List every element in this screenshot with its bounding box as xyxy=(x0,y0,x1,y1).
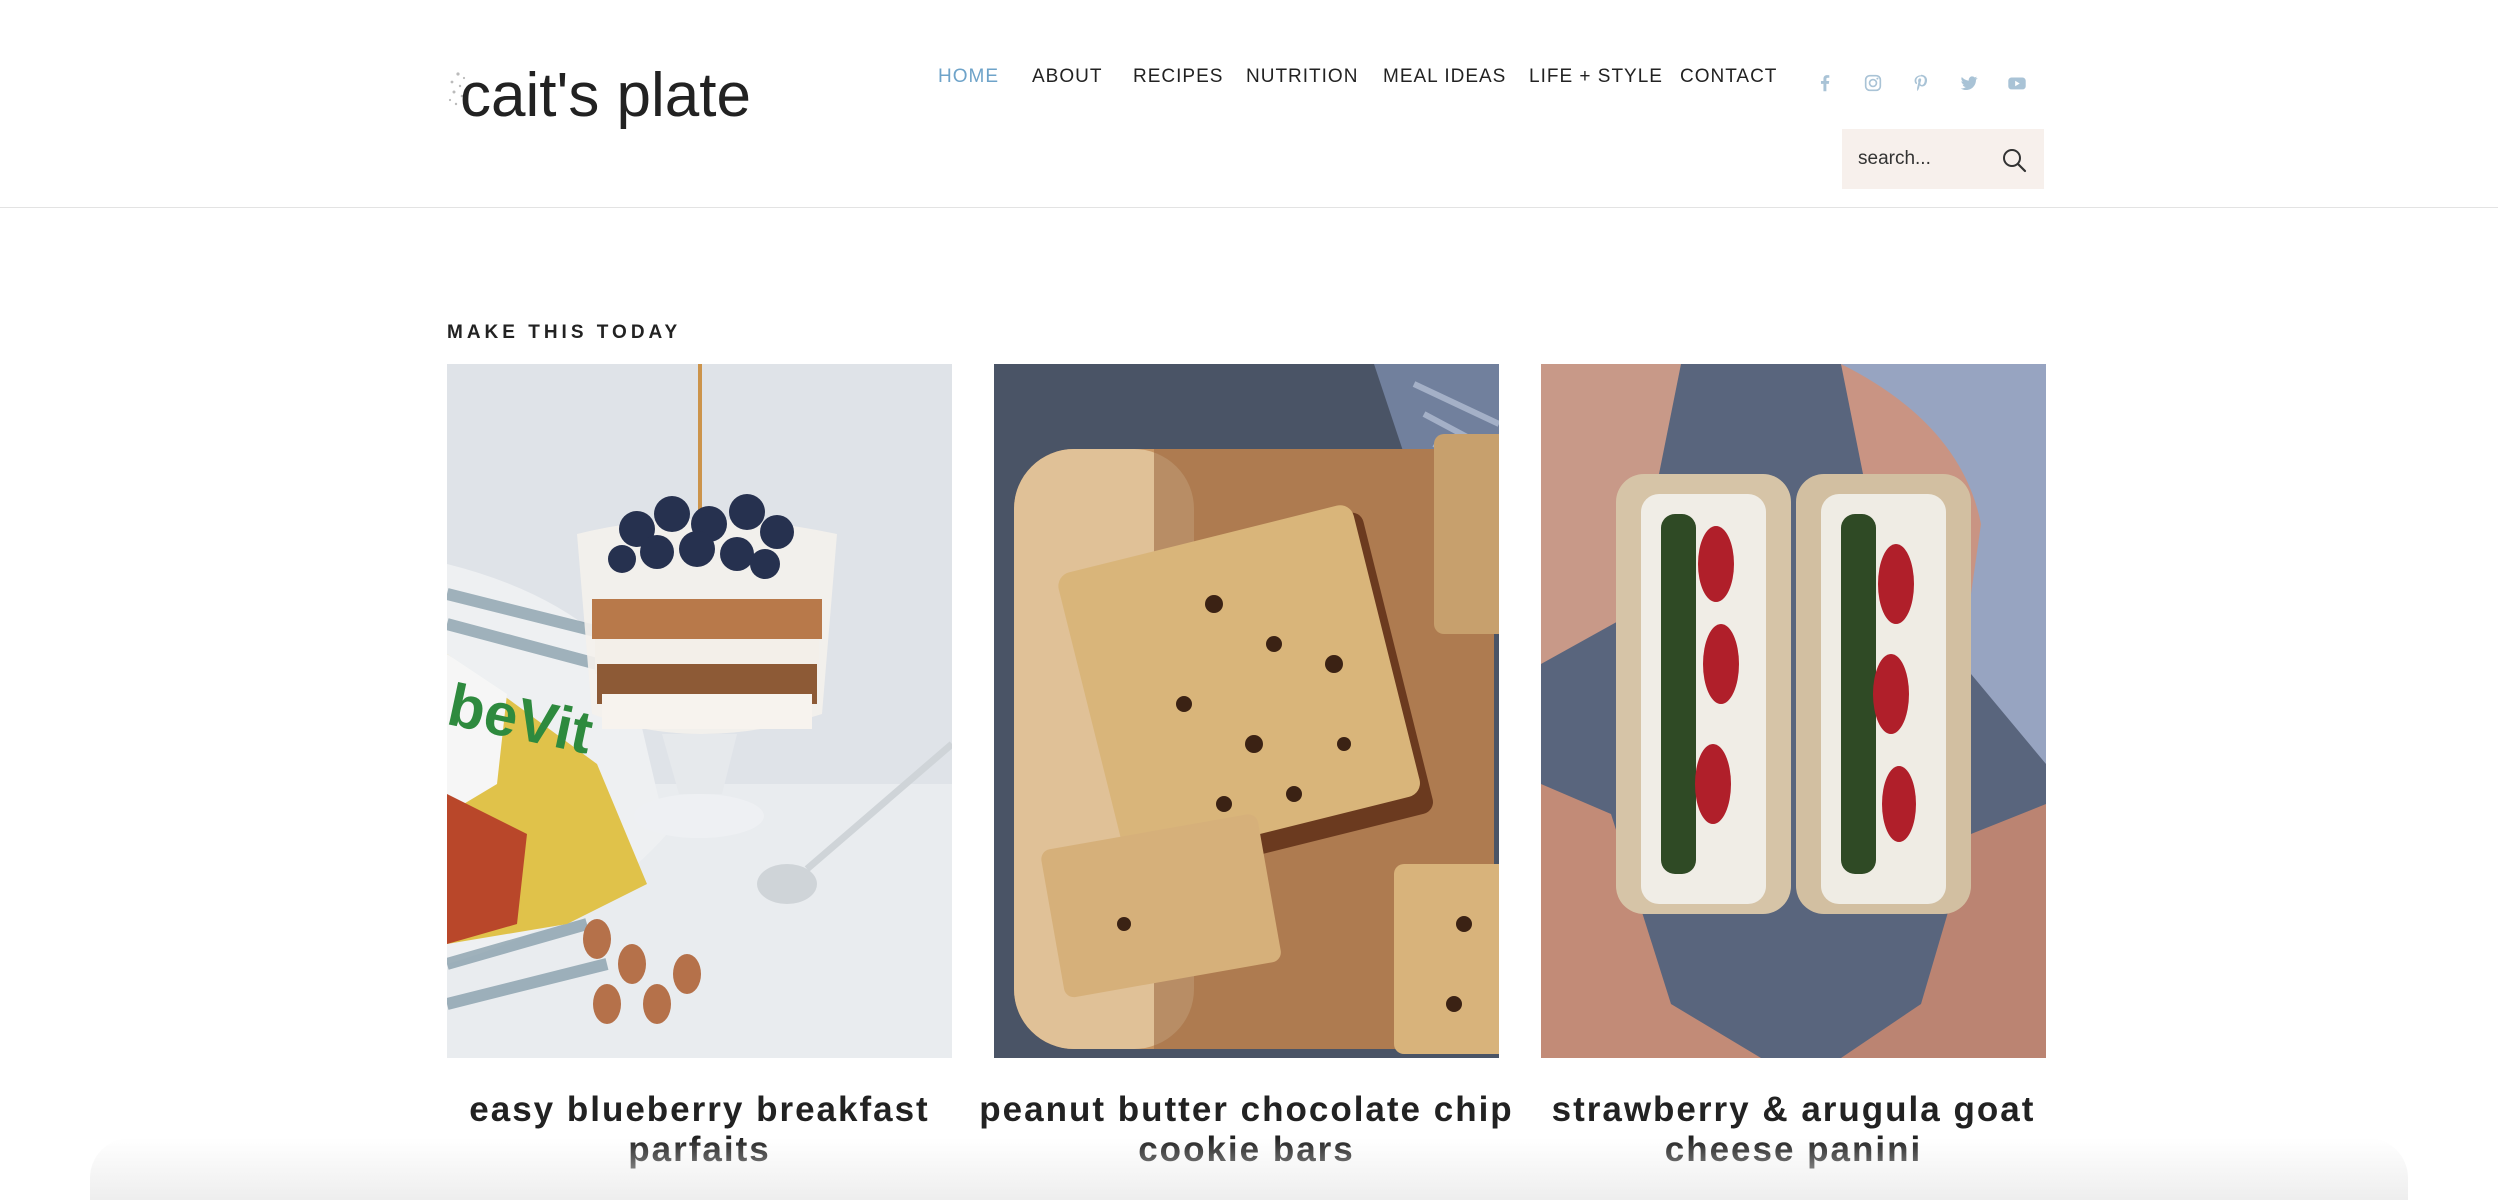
search-button[interactable] xyxy=(2000,145,2030,175)
nav-nutrition[interactable]: NUTRITION xyxy=(1246,66,1358,88)
site-logo[interactable]: cait's plate xyxy=(446,12,756,182)
site-header: cait's plate HOME ABOUT RECIPES NUTRITIO… xyxy=(0,0,2498,208)
logo-text: cait's plate xyxy=(460,61,751,130)
nav-about[interactable]: ABOUT xyxy=(1032,66,1102,88)
facebook-icon[interactable] xyxy=(1814,72,1836,94)
nav-recipes[interactable]: RECIPES xyxy=(1133,66,1223,88)
recipe-image-parfait[interactable]: beVit xyxy=(447,364,952,1058)
nav-meal-ideas[interactable]: MEAL IDEAS xyxy=(1383,66,1506,88)
recipe-image-cookie-bars[interactable] xyxy=(994,364,1499,1058)
nav-life-style[interactable]: LIFE + STYLE xyxy=(1529,66,1663,88)
nav-contact[interactable]: CONTACT xyxy=(1680,66,1777,88)
recipe-image-panini[interactable] xyxy=(1541,364,2046,1058)
search-input[interactable] xyxy=(1842,129,1992,189)
pinterest-icon[interactable] xyxy=(1910,72,1932,94)
nav-home[interactable]: HOME xyxy=(938,66,999,88)
logo-wordmark: cait's plate xyxy=(448,61,751,130)
search-box xyxy=(1842,129,2044,189)
twitter-icon[interactable] xyxy=(1958,72,1980,94)
recipe-title[interactable]: peanut butter chocolate chip cookie bars xyxy=(974,1090,1519,1170)
section-title: MAKE THIS TODAY xyxy=(447,322,682,343)
youtube-icon[interactable] xyxy=(2006,72,2028,94)
recipe-title[interactable]: strawberry & arugula goat cheese panini xyxy=(1521,1090,2066,1170)
search-icon xyxy=(2003,149,2027,173)
instagram-icon[interactable] xyxy=(1862,72,1884,94)
recipe-title[interactable]: easy blueberry breakfast parfaits xyxy=(427,1090,972,1170)
